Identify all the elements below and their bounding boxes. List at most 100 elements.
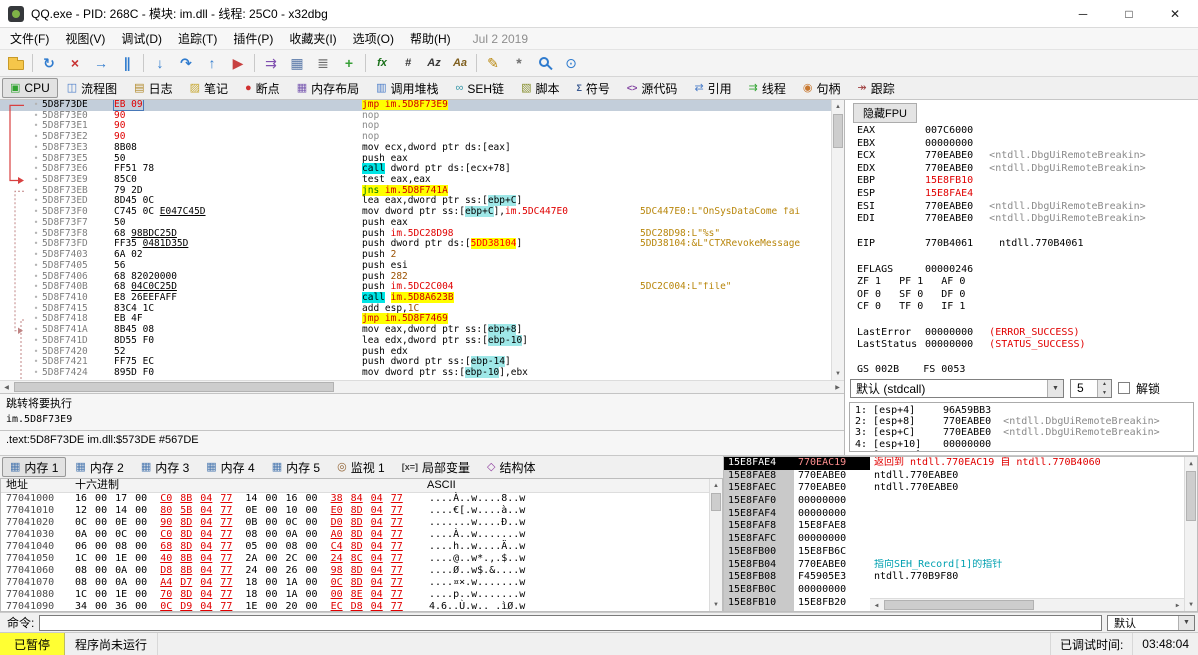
tab-memory-3[interactable]: ▦内存 3 <box>133 457 197 477</box>
menu-item-help[interactable]: 帮助(H) <box>402 28 459 49</box>
stack-address[interactable]: 15E8FAEC <box>724 482 794 495</box>
register-line[interactable]: EBP15E8FB10 <box>857 175 1198 188</box>
search-button[interactable] <box>532 52 558 75</box>
menu-item-trace[interactable]: 追踪(T) <box>170 28 225 49</box>
argument-row[interactable]: 4: [esp+10]00000000 <box>855 439 1188 450</box>
register-line[interactable]: GS 002B FS 0053 <box>857 364 1198 377</box>
register-line[interactable]: ECX770EABE0<ntdll.DbgUiRemoteBreakin> <box>857 150 1198 163</box>
dump-row[interactable]: 770410300A000C00C08D047708000A00A08D0477… <box>1 529 722 541</box>
stack-value[interactable]: 15E8FB6C <box>794 546 870 559</box>
stack-value[interactable]: 00000000 <box>794 533 870 546</box>
restart-button[interactable]: ↻ <box>36 52 62 75</box>
tab-source[interactable]: <>源代码 <box>619 78 686 98</box>
register-line[interactable]: EDX770EABE0<ntdll.DbgUiRemoteBreakin> <box>857 163 1198 176</box>
dump-vertical-scrollbar[interactable]: ▲ ▼ <box>709 479 722 611</box>
comment-bubble-button[interactable]: ⊙ <box>558 52 584 75</box>
register-line[interactable] <box>857 352 1198 365</box>
register-line[interactable]: ZF 1 PF 1 AF 0 <box>857 276 1198 289</box>
spin-down-icon[interactable]: ▼ <box>1097 388 1111 397</box>
tab-symbols[interactable]: Σ符号 <box>568 78 617 98</box>
stack-address[interactable]: 15E8FB00 <box>724 546 794 559</box>
hash-calculator-button[interactable]: # <box>395 52 421 75</box>
argument-row[interactable]: 3: [esp+C]770EABE0<ntdll.DbgUiRemoteBrea… <box>855 427 1188 438</box>
open-file-button[interactable] <box>3 52 29 75</box>
tab-call-stack[interactable]: ▥调用堆栈 <box>368 78 446 98</box>
register-line[interactable] <box>857 314 1198 327</box>
menu-item-options[interactable]: 选项(O) <box>345 28 402 49</box>
register-line[interactable] <box>857 251 1198 264</box>
step-over-button[interactable]: ↷ <box>173 52 199 75</box>
register-line[interactable]: EDI770EABE0<ntdll.DbgUiRemoteBreakin> <box>857 213 1198 226</box>
stack-vertical-scrollbar[interactable]: ▲ ▼ <box>1184 457 1197 611</box>
scroll-thumb[interactable] <box>14 382 334 392</box>
dump-row[interactable]: 77041090340036000CD904771E002000ECD80477… <box>1 601 722 612</box>
dump-row[interactable]: 770410501C001E00408B04772A002C00248C0477… <box>1 553 722 565</box>
font-case-button[interactable]: Aa <box>447 52 473 75</box>
tab-notes[interactable]: ▨笔记 <box>182 78 236 98</box>
tab-script[interactable]: ▧脚本 <box>513 78 567 98</box>
tab-log[interactable]: ▤日志 <box>126 78 180 98</box>
dump-row[interactable]: 7704101012001400805B04770E001000E08D0477… <box>1 505 722 517</box>
stack-address[interactable]: 15E8FAFC <box>724 533 794 546</box>
register-line[interactable]: CF 0 TF 0 IF 1 <box>857 301 1198 314</box>
tab-struct[interactable]: ◇结构体 <box>479 457 543 477</box>
disassembly-rows[interactable]: •5D8F73DEEB 09jmp im.5D8F73E9•5D8F73E090… <box>0 100 831 380</box>
dump-row[interactable]: 7704104006000800688D047705000800C48D0477… <box>1 541 722 553</box>
stack-value[interactable]: 00000000 <box>794 508 870 521</box>
stack-value[interactable]: 00000000 <box>794 584 870 597</box>
menu-item-plugins[interactable]: 插件(P) <box>225 28 281 49</box>
stack-value[interactable]: 00000000 <box>794 495 870 508</box>
argument-row[interactable]: 5: [esp+14]15E8FAE8 <box>855 450 1188 452</box>
register-line[interactable] <box>857 226 1198 239</box>
argument-row[interactable]: 2: [esp+8]770EABE0<ntdll.DbgUiRemoteBrea… <box>855 416 1188 427</box>
scroll-right-arrow[interactable]: ▶ <box>831 381 844 393</box>
tab-references[interactable]: ⇄引用 <box>686 78 739 98</box>
register-line[interactable]: OF 0 SF 0 DF 0 <box>857 289 1198 302</box>
tab-seh-chain[interactable]: ∞SEH链 <box>448 78 513 98</box>
tab-graph[interactable]: ◫流程图 <box>59 78 125 98</box>
stack-value[interactable]: 770EAC19 <box>794 457 870 470</box>
dump-row[interactable]: 7704100016001700C08B04771400160038840477… <box>1 493 722 505</box>
minimize-button[interactable]: ─ <box>1060 0 1106 27</box>
stack-address[interactable]: 15E8FAF0 <box>724 495 794 508</box>
scroll-thumb[interactable] <box>833 114 843 148</box>
dump-rows[interactable]: 7704100016001700C08B04771400160038840477… <box>1 493 722 612</box>
menu-item-view[interactable]: 视图(V) <box>57 28 113 49</box>
tab-locals[interactable]: [x=]局部变量 <box>394 457 478 477</box>
scroll-down-arrow[interactable]: ▼ <box>1185 598 1197 611</box>
appearance-brush-button[interactable]: ✎ <box>480 52 506 75</box>
register-line[interactable]: EFLAGS00000246 <box>857 264 1198 277</box>
animate-into-button[interactable]: ▶ <box>225 52 251 75</box>
scroll-thumb[interactable] <box>1186 471 1196 521</box>
run-button[interactable]: → <box>88 52 114 75</box>
patches-button[interactable]: + <box>336 52 362 75</box>
tab-memory-2[interactable]: ▦内存 2 <box>67 457 131 477</box>
command-profile-select[interactable]: 默认 ▼ <box>1107 615 1195 631</box>
register-line[interactable]: ESI770EABE0<ntdll.DbgUiRemoteBreakin> <box>857 201 1198 214</box>
tab-handles[interactable]: ◉句柄 <box>795 78 849 98</box>
step-into-button[interactable]: ↓ <box>147 52 173 75</box>
command-input[interactable] <box>39 615 1102 631</box>
argument-row[interactable]: 1: [esp+4]96A59BB3 <box>855 405 1188 416</box>
pause-button[interactable]: ∥ <box>114 52 140 75</box>
tab-cpu[interactable]: ▣CPU <box>2 78 58 98</box>
fx-assemble-button[interactable]: fx <box>369 52 395 75</box>
scroll-up-arrow[interactable]: ▲ <box>710 479 722 492</box>
stack-address[interactable]: 15E8FAF8 <box>724 520 794 533</box>
stack-value[interactable]: 15E8FAE8 <box>794 520 870 533</box>
scroll-down-arrow[interactable]: ▼ <box>710 598 722 611</box>
stack-address[interactable]: 15E8FAE8 <box>724 470 794 483</box>
spin-up-icon[interactable]: ▲ <box>1097 380 1111 389</box>
register-line[interactable]: EIP770B4061ntdll.770B4061 <box>857 238 1198 251</box>
execute-till-return-button[interactable]: ↑ <box>199 52 225 75</box>
stack-address[interactable]: 15E8FB10 <box>724 597 794 610</box>
tab-memory-4[interactable]: ▦内存 4 <box>198 457 262 477</box>
stack-address[interactable]: 15E8FB0C <box>724 584 794 597</box>
calling-convention-select[interactable]: 默认 (stdcall) ▼ <box>850 379 1064 398</box>
preferences-button[interactable]: * <box>506 52 532 75</box>
menu-item-debug[interactable]: 调试(D) <box>113 28 170 49</box>
scroll-right-arrow[interactable]: ▶ <box>1171 599 1184 611</box>
dump-row[interactable]: 770410200C000E00908D04770B000C00D08D0477… <box>1 517 722 529</box>
stack-address[interactable]: 15E8FB04 <box>724 559 794 572</box>
scroll-thumb[interactable] <box>884 600 1034 610</box>
